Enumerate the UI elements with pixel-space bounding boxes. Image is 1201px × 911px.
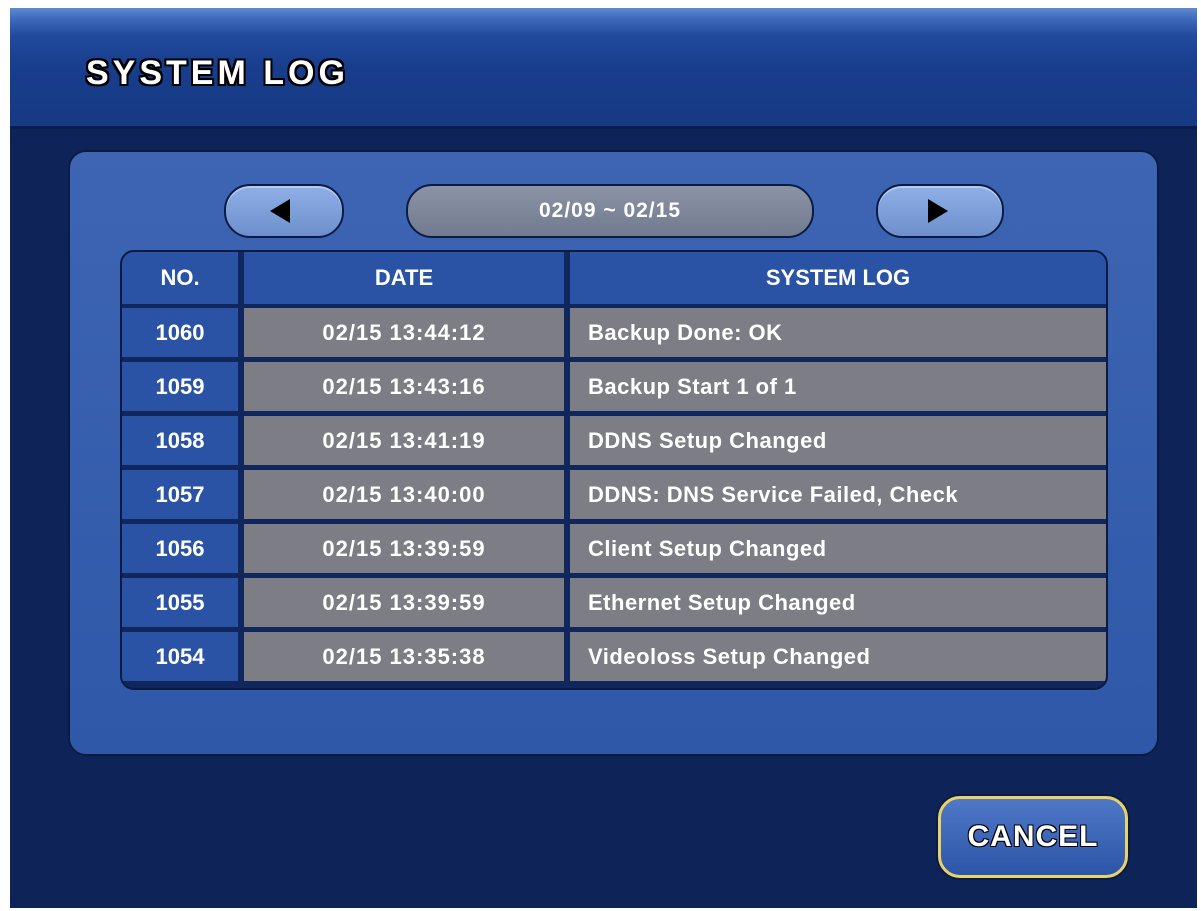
table-row[interactable]: 1056 02/15 13:39:59 Client Setup Changed <box>122 524 1106 573</box>
log-message: DDNS: DNS Service Failed, Check <box>570 470 1106 519</box>
cancel-button[interactable]: CANCEL <box>938 796 1128 878</box>
log-date: 02/15 13:39:59 <box>244 524 564 573</box>
log-date: 02/15 13:40:00 <box>244 470 564 519</box>
column-header-no: NO. <box>122 252 238 304</box>
triangle-left-icon <box>270 199 290 223</box>
table-row[interactable]: 1054 02/15 13:35:38 Videoloss Setup Chan… <box>122 632 1106 681</box>
log-table: NO. DATE SYSTEM LOG 1060 02/15 13:44:12 … <box>120 250 1108 690</box>
log-date: 02/15 13:39:59 <box>244 578 564 627</box>
log-message: Ethernet Setup Changed <box>570 578 1106 627</box>
log-date: 02/15 13:44:12 <box>244 308 564 357</box>
log-message: DDNS Setup Changed <box>570 416 1106 465</box>
table-row[interactable]: 1055 02/15 13:39:59 Ethernet Setup Chang… <box>122 578 1106 627</box>
column-header-system-log: SYSTEM LOG <box>570 252 1106 304</box>
log-date: 02/15 13:43:16 <box>244 362 564 411</box>
system-log-screen: SYSTEM LOG 02/09 ~ 02/15 NO. DATE SYSTEM… <box>10 8 1197 908</box>
log-number: 1058 <box>122 416 238 465</box>
next-week-button[interactable] <box>876 184 1004 238</box>
previous-week-button[interactable] <box>224 184 344 238</box>
table-row[interactable]: 1060 02/15 13:44:12 Backup Done: OK <box>122 308 1106 357</box>
table-row[interactable]: 1057 02/15 13:40:00 DDNS: DNS Service Fa… <box>122 470 1106 519</box>
log-message: Videoloss Setup Changed <box>570 632 1106 681</box>
log-number: 1059 <box>122 362 238 411</box>
log-number: 1056 <box>122 524 238 573</box>
table-row[interactable]: 1058 02/15 13:41:19 DDNS Setup Changed <box>122 416 1106 465</box>
log-number: 1054 <box>122 632 238 681</box>
log-number: 1060 <box>122 308 238 357</box>
log-date: 02/15 13:35:38 <box>244 632 564 681</box>
title-bar: SYSTEM LOG <box>10 8 1197 129</box>
log-message: Client Setup Changed <box>570 524 1106 573</box>
triangle-right-icon <box>928 199 948 223</box>
column-header-date: DATE <box>244 252 564 304</box>
log-date: 02/15 13:41:19 <box>244 416 564 465</box>
page-title: SYSTEM LOG <box>86 54 349 92</box>
table-row[interactable]: 1059 02/15 13:43:16 Backup Start 1 of 1 <box>122 362 1106 411</box>
date-range-display: 02/09 ~ 02/15 <box>406 184 814 238</box>
log-message: Backup Start 1 of 1 <box>570 362 1106 411</box>
log-message: Backup Done: OK <box>570 308 1106 357</box>
log-number: 1057 <box>122 470 238 519</box>
log-number: 1055 <box>122 578 238 627</box>
